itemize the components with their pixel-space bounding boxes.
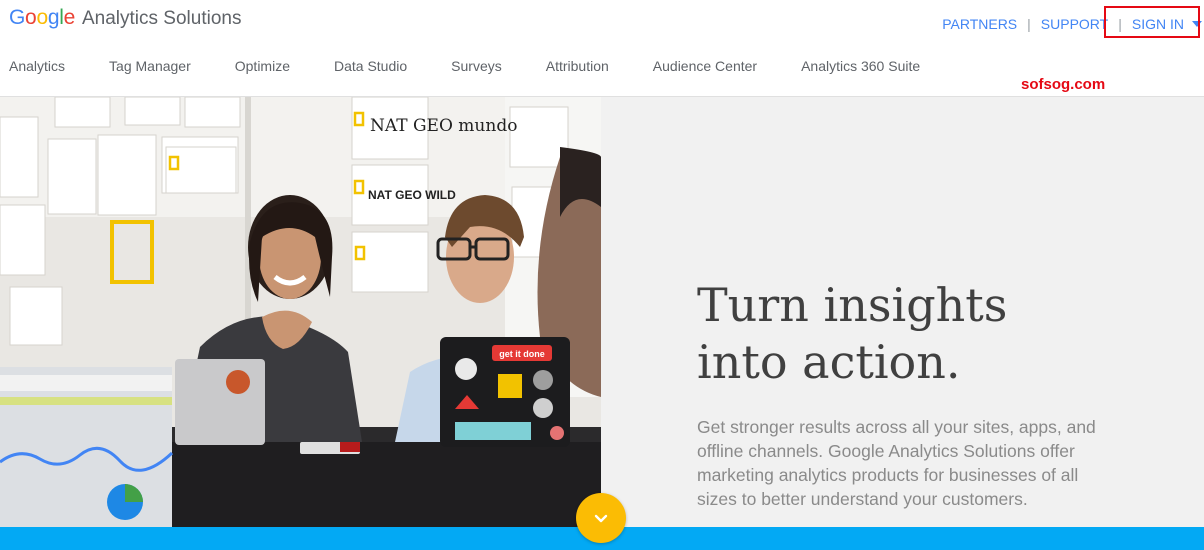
office-photo-illustration: NAT GEO mundo NAT GEO WILD get it done: [0, 97, 601, 527]
sign-in-button[interactable]: SIGN IN: [1132, 16, 1184, 32]
headline-line-2: into action.: [697, 335, 961, 389]
product-name: Analytics Solutions: [81, 8, 242, 29]
google-wordmark: Google: [9, 6, 75, 30]
nav-item-tag-manager[interactable]: Tag Manager: [109, 58, 191, 74]
nav-item-optimize[interactable]: Optimize: [235, 58, 290, 74]
logo-letter: e: [63, 6, 76, 29]
chevron-down-icon: [594, 514, 608, 523]
laptop-with-stickers: get it done: [440, 337, 570, 447]
poster-text: NAT GEO WILD: [368, 188, 456, 202]
poster-text: NAT GEO mundo: [370, 116, 517, 136]
logo-letter: o: [25, 6, 37, 29]
google-analytics-solutions-logo[interactable]: Google Analytics Solutions: [9, 6, 241, 34]
separator: |: [1118, 16, 1122, 32]
scroll-down-button[interactable]: [576, 493, 626, 543]
logo-letter: o: [36, 6, 48, 29]
hero-photo: NAT GEO mundo NAT GEO WILD get it done: [0, 97, 601, 527]
logo-letter: g: [47, 6, 60, 29]
logo-letter: G: [9, 6, 26, 29]
support-link[interactable]: SUPPORT: [1041, 16, 1108, 32]
sticker-text: get it done: [499, 349, 545, 359]
separator: |: [1027, 16, 1031, 32]
headline-line-1: Turn insights: [697, 278, 1008, 332]
nav-item-audience-center[interactable]: Audience Center: [653, 58, 757, 74]
nav-item-analytics[interactable]: Analytics: [9, 58, 65, 74]
hero-section: NAT GEO mundo NAT GEO WILD get it done T…: [0, 97, 1204, 527]
laptop-screen-foreground: [0, 367, 174, 527]
laptop-silver: [175, 359, 265, 445]
chevron-down-icon[interactable]: [1192, 21, 1202, 27]
nav-item-data-studio[interactable]: Data Studio: [334, 58, 407, 74]
partners-link[interactable]: PARTNERS: [942, 16, 1017, 32]
hero-description: Get stronger results across all your sit…: [697, 417, 1096, 509]
watermark: sofsog.com: [1021, 76, 1106, 93]
nav-item-analytics-360-suite[interactable]: Analytics 360 Suite: [801, 58, 920, 74]
nav-item-surveys[interactable]: Surveys: [451, 58, 502, 74]
nav-item-attribution[interactable]: Attribution: [546, 58, 609, 74]
top-links: PARTNERS | SUPPORT | SIGN IN: [942, 14, 1204, 34]
product-nav: Analytics Tag Manager Optimize Data Stud…: [9, 58, 964, 74]
hero-headline: Turn insights into action.: [697, 277, 1007, 391]
